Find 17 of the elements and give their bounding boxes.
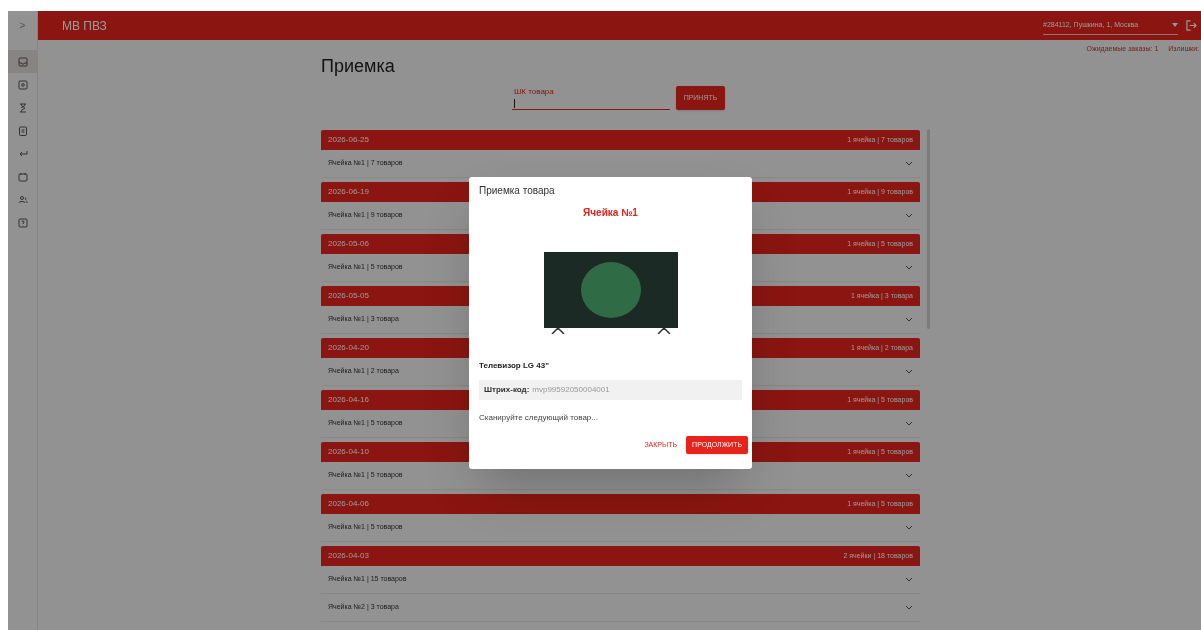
barcode-label: Штрих-код: (484, 384, 530, 396)
group-date: 2026-04-20 (328, 342, 369, 354)
group-date: 2026-04-03 (328, 550, 369, 562)
app-title: МВ ПВЗ (62, 17, 107, 35)
group-date: 2026-04-16 (328, 394, 369, 406)
page-title: Приемка (321, 55, 396, 78)
product-name: Телевизор LG 43" (479, 360, 550, 372)
group-date: 2026-04-06 (328, 498, 369, 510)
scan-status-text: Сканируйте следующий товар... (479, 412, 599, 424)
group-date: 2026-05-06 (328, 238, 369, 250)
group-date: 2026-06-19 (328, 186, 369, 198)
group-date: 2026-05-05 (328, 290, 369, 302)
cell-number: Ячейка №1 (582, 206, 639, 220)
barcode-value: mvp99592050004001 (532, 384, 610, 396)
group-date: 2026-06-25 (328, 134, 369, 146)
group-date: 2026-04-10 (328, 446, 369, 458)
dialog-title: Приемка товара (479, 184, 556, 198)
